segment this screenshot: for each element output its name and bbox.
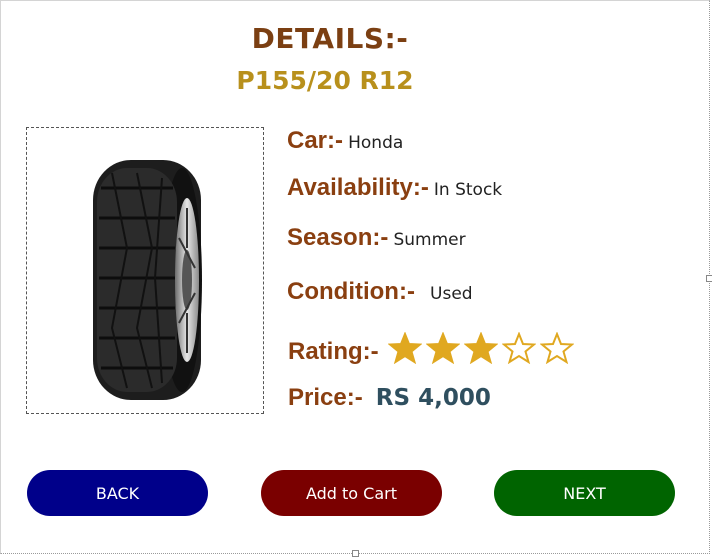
- car-row: Car:- Honda: [287, 127, 403, 155]
- add-to-cart-button[interactable]: Add to Cart: [261, 470, 442, 516]
- condition-value: Used: [430, 284, 473, 304]
- rating-label: Rating:-: [288, 338, 379, 365]
- condition-row: Condition:- Used: [287, 278, 473, 306]
- price-value: RS 4,000: [375, 385, 491, 411]
- product-image: [26, 127, 264, 414]
- page-title: DETAILS:-: [251, 22, 409, 55]
- star-filled-icon: [463, 331, 499, 365]
- price-label: Price:-: [288, 384, 363, 411]
- season-row: Season:- Summer: [287, 224, 466, 252]
- model-name: P155/20 R12: [236, 66, 414, 95]
- availability-label: Availability:-: [287, 174, 429, 201]
- star-empty-icon: [501, 331, 537, 365]
- season-value: Summer: [393, 230, 466, 250]
- availability-row: Availability:- In Stock: [287, 174, 502, 202]
- star-empty-icon: [539, 331, 575, 365]
- price-row: Price:- RS 4,000: [288, 384, 491, 412]
- rating-row: Rating:-: [288, 331, 578, 368]
- resize-handle-right[interactable]: [706, 275, 712, 282]
- condition-label: Condition:-: [287, 278, 415, 305]
- tire-icon: [93, 160, 202, 400]
- car-value: Honda: [348, 133, 404, 153]
- availability-value: In Stock: [433, 180, 503, 200]
- star-filled-icon: [425, 331, 461, 365]
- back-button[interactable]: BACK: [27, 470, 208, 516]
- star-filled-icon: [387, 331, 423, 365]
- next-button[interactable]: NEXT: [494, 470, 675, 516]
- season-label: Season:-: [287, 224, 389, 251]
- rating-stars: [387, 331, 578, 368]
- car-label: Car:-: [287, 127, 344, 154]
